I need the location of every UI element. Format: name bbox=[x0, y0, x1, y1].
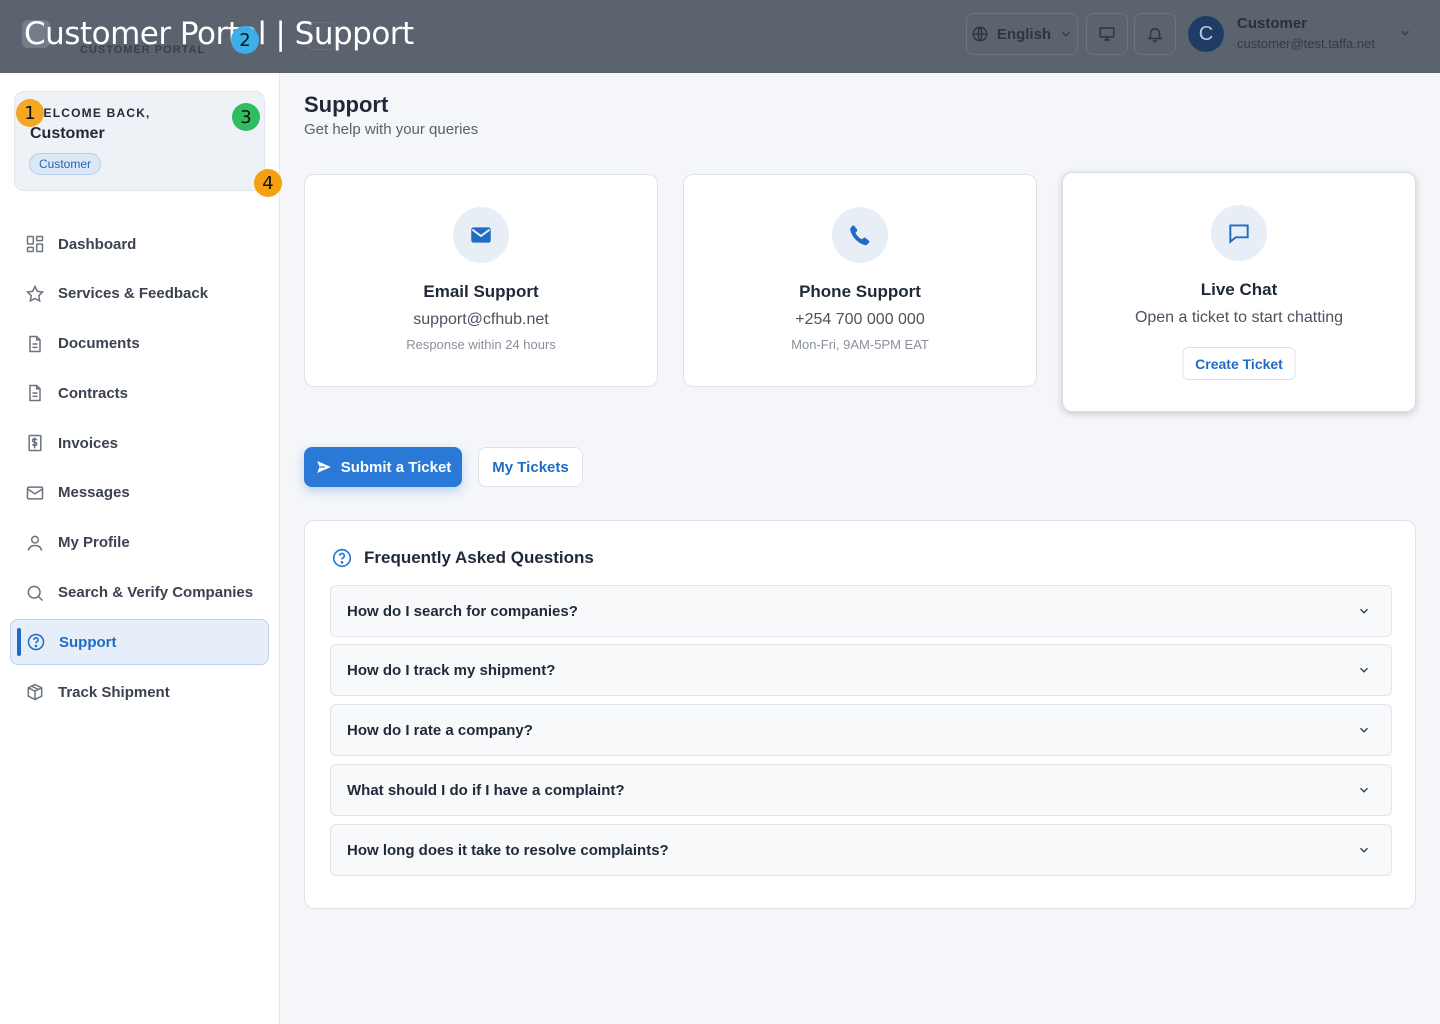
chevron-down-icon bbox=[1062, 31, 1070, 37]
card-title: Live Chat bbox=[1200, 280, 1278, 299]
document-icon bbox=[29, 335, 41, 352]
star-icon bbox=[25, 284, 45, 303]
overlay-title: Customer Portal | Support bbox=[24, 16, 414, 52]
faq-item[interactable]: How long does it take to resolve complai… bbox=[330, 824, 1392, 876]
chevron-down-icon bbox=[1360, 608, 1368, 614]
my-tickets-label: My Tickets bbox=[492, 458, 569, 476]
sidebar-item-services-feedback[interactable]: Services & Feedback bbox=[10, 271, 269, 317]
mail-icon bbox=[471, 227, 491, 243]
faq-item[interactable]: What should I do if I have a complaint? bbox=[330, 764, 1392, 816]
chat-icon bbox=[1229, 224, 1249, 244]
faq-question: How do I rate a company? bbox=[347, 721, 533, 739]
sidebar-item-label: Services & Feedback bbox=[58, 285, 209, 303]
badge-4: 4 bbox=[254, 169, 282, 197]
faq-section: Frequently Asked Questions How do I sear… bbox=[304, 520, 1416, 909]
sidebar-item-search-verify[interactable]: Search & Verify Companies bbox=[10, 570, 269, 616]
role-badge: Customer bbox=[29, 153, 102, 175]
email-support-card: Email Support support@cfhub.net Response… bbox=[304, 174, 658, 387]
welcome-label: WELCOME BACK, bbox=[31, 106, 151, 120]
user-icon bbox=[27, 535, 43, 551]
sidebar-item-documents[interactable]: Documents bbox=[10, 321, 269, 367]
create-ticket-button[interactable]: Create Ticket bbox=[1182, 347, 1296, 380]
sidebar-item-label: Contracts bbox=[58, 384, 129, 402]
faq-question: How do I track my shipment? bbox=[347, 661, 556, 679]
document-icon bbox=[29, 385, 41, 402]
faq-item[interactable]: How do I search for companies? bbox=[330, 585, 1392, 637]
user-menu-chevron-icon[interactable] bbox=[1398, 26, 1412, 40]
card-note: Response within 24 hours bbox=[406, 337, 556, 352]
sidebar-nav: Dashboard Services & Feedback Documents … bbox=[10, 221, 269, 719]
faq-item[interactable]: How do I rate a company? bbox=[330, 704, 1392, 756]
faq-question: What should I do if I have a complaint? bbox=[347, 781, 625, 799]
bell-icon bbox=[1147, 28, 1163, 43]
sidebar-item-support[interactable]: Support bbox=[10, 619, 269, 666]
chevron-down-icon bbox=[1360, 727, 1368, 733]
search-icon bbox=[27, 585, 44, 601]
sidebar-item-label: Messages bbox=[58, 484, 130, 502]
notifications-button[interactable] bbox=[1134, 13, 1176, 55]
chevron-down-icon bbox=[1360, 787, 1368, 793]
sidebar-item-label: My Profile bbox=[58, 534, 130, 552]
sidebar-item-label: Support bbox=[59, 633, 117, 651]
chevron-down-icon bbox=[1360, 667, 1368, 673]
help-circle-icon bbox=[332, 548, 352, 568]
my-tickets-button[interactable]: My Tickets bbox=[478, 447, 583, 487]
support-phone[interactable]: +254 700 000 000 bbox=[684, 311, 1036, 329]
welcome-card: WELCOME BACK, Customer Customer bbox=[14, 91, 265, 191]
badge-3: 3 bbox=[232, 103, 260, 131]
support-email[interactable]: support@cfhub.net bbox=[305, 311, 657, 329]
submit-ticket-button[interactable]: Submit a Ticket bbox=[304, 447, 462, 487]
sidebar-item-invoices[interactable]: Invoices bbox=[10, 420, 269, 466]
live-chat-card: Live Chat Open a ticket to start chattin… bbox=[1062, 172, 1416, 412]
faq-question: How do I search for companies? bbox=[347, 602, 578, 620]
badge-2: 2 bbox=[231, 26, 259, 54]
sidebar: WELCOME BACK, Customer Customer Dashboar… bbox=[0, 73, 280, 1024]
sidebar-item-label: Dashboard bbox=[58, 235, 137, 253]
avatar[interactable]: C bbox=[1188, 16, 1224, 52]
page-subtitle: Get help with your queries bbox=[304, 121, 479, 138]
page-title: Support bbox=[304, 92, 389, 117]
user-email: customer@test.taffa.net bbox=[1237, 36, 1375, 51]
chat-icon-circle bbox=[1211, 205, 1267, 261]
help-circle-icon bbox=[27, 634, 45, 651]
globe-icon bbox=[972, 26, 988, 42]
language-label: English bbox=[996, 25, 1052, 43]
welcome-name: Customer bbox=[30, 125, 105, 142]
display-mode-button[interactable] bbox=[1086, 13, 1128, 55]
send-icon bbox=[316, 461, 331, 473]
card-title: Email Support bbox=[423, 282, 539, 301]
top-bar: CUSTOMER PORTAL Customer Portal | Suppor… bbox=[0, 0, 1440, 73]
phone-icon bbox=[850, 225, 870, 246]
monitor-icon bbox=[1099, 27, 1115, 41]
sidebar-item-contracts[interactable]: Contracts bbox=[10, 370, 269, 416]
card-note: Mon-Fri, 9AM-5PM EAT bbox=[791, 337, 929, 352]
email-icon-circle bbox=[453, 207, 509, 263]
faq-header: Frequently Asked Questions bbox=[331, 547, 594, 569]
faq-item[interactable]: How do I track my shipment? bbox=[330, 644, 1392, 696]
user-name[interactable]: Customer bbox=[1237, 15, 1307, 32]
sidebar-item-track-shipment[interactable]: Track Shipment bbox=[10, 669, 269, 715]
chevron-down-icon bbox=[1360, 847, 1368, 853]
phone-support-card: Phone Support +254 700 000 000 Mon-Fri, … bbox=[683, 174, 1037, 387]
sidebar-item-dashboard[interactable]: Dashboard bbox=[10, 221, 269, 267]
submit-ticket-label: Submit a Ticket bbox=[340, 458, 452, 476]
sidebar-item-label: Invoices bbox=[58, 434, 119, 452]
sidebar-item-label: Track Shipment bbox=[58, 683, 170, 701]
package-icon bbox=[27, 683, 43, 701]
sidebar-item-my-profile[interactable]: My Profile bbox=[10, 520, 269, 566]
phone-icon-circle bbox=[832, 207, 888, 263]
sidebar-item-label: Search & Verify Companies bbox=[58, 584, 254, 602]
sidebar-item-label: Documents bbox=[58, 335, 140, 353]
grid-icon bbox=[26, 235, 44, 253]
faq-title: Frequently Asked Questions bbox=[364, 548, 594, 567]
dollar-file-icon bbox=[28, 434, 42, 452]
card-text: Open a ticket to start chatting bbox=[1134, 309, 1344, 326]
sidebar-item-messages[interactable]: Messages bbox=[10, 470, 269, 516]
faq-question: How long does it take to resolve complai… bbox=[347, 841, 669, 859]
mail-icon bbox=[26, 486, 44, 500]
badge-1: 1 bbox=[16, 99, 44, 127]
language-selector[interactable]: English bbox=[966, 13, 1078, 55]
card-title: Phone Support bbox=[799, 282, 921, 301]
